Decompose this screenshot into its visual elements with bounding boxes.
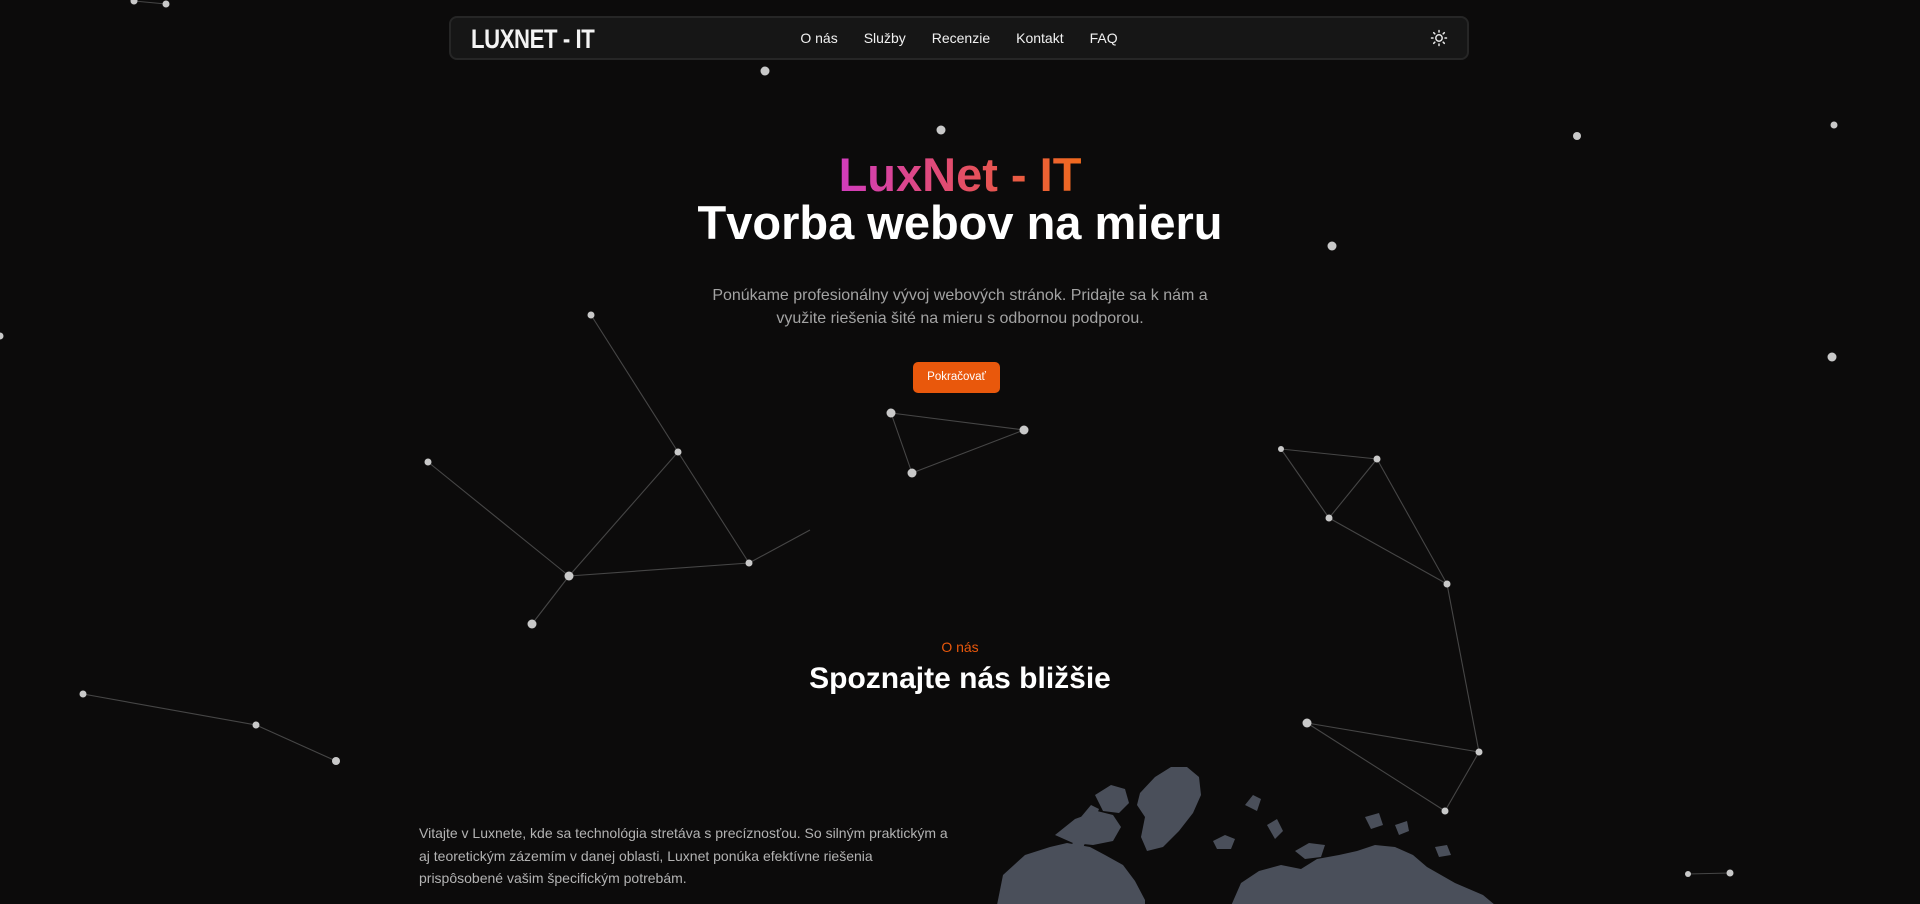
section-title: Spoznajte nás bližšie [809, 662, 1111, 695]
page: LUXNET - IT O nás Služby Recenzie Kontak… [0, 0, 1920, 904]
nav-links: O nás Služby Recenzie Kontakt FAQ [451, 18, 1467, 58]
hero-title: Tvorba webov na mieru [697, 196, 1223, 249]
navbar: LUXNET - IT O nás Služby Recenzie Kontak… [449, 16, 1469, 60]
continue-button[interactable]: Pokračovať [913, 362, 1000, 393]
hero-subtitle: Ponúkame profesionálny vývoj webových st… [712, 287, 1208, 327]
nav-link-o-nas[interactable]: O nás [800, 30, 837, 46]
nav-link-faq[interactable]: FAQ [1090, 30, 1118, 46]
section-kicker: O nás [941, 639, 979, 655]
network-dots [0, 0, 1838, 877]
particle-network-background [0, 0, 1838, 877]
hero-brand-text: LuxNet - IT [838, 148, 1082, 201]
world-map-illustration [997, 767, 1494, 904]
nav-link-kontakt[interactable]: Kontakt [1016, 30, 1063, 46]
about-paragraph: Vitajte v Luxnete, kde sa technológia st… [419, 825, 948, 886]
network-lines [82, 0, 1731, 875]
theme-toggle-button[interactable] [1429, 28, 1449, 48]
nav-link-recenzie[interactable]: Recenzie [932, 30, 990, 46]
sun-icon [1430, 29, 1448, 47]
nav-link-sluzby[interactable]: Služby [864, 30, 906, 46]
